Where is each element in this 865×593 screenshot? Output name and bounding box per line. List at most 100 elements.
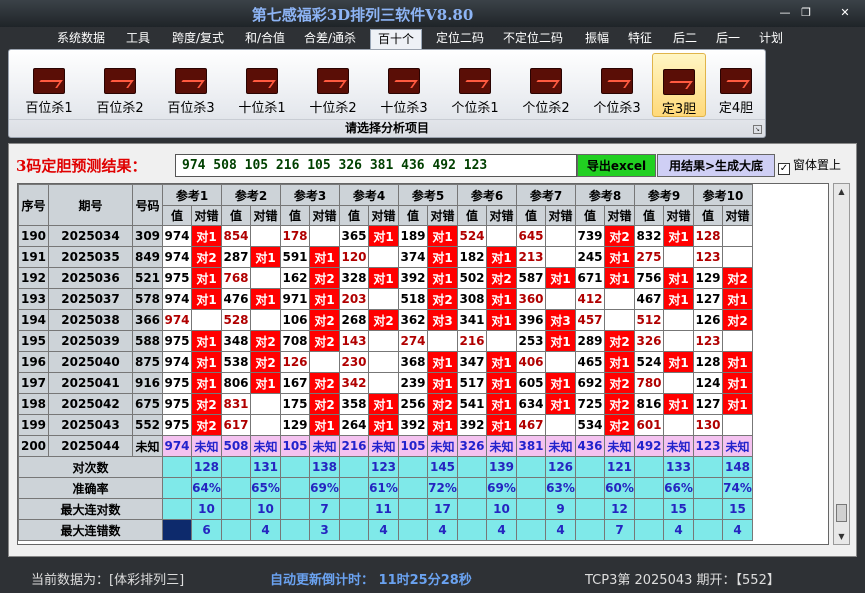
table-row[interactable]: 197 2025041 916 975 对1 806 对1 167 对2 342 239 对1 517 对… [18, 372, 753, 394]
table-row[interactable]: 198 2025042 675 975 对2 831 175 对2 358 对1 256 对2 541 对… [18, 393, 753, 415]
ribbon-launcher-icon[interactable]: ↘ [753, 125, 762, 134]
table-row[interactable]: 190 2025034 309 974 对1 854 178 365 对1 189 对1 524 645… [18, 225, 753, 247]
value-cell: 975 [162, 414, 192, 436]
table-row[interactable]: 193 2025037 578 974 对1 476 对1 971 对1 203 518 对2 308 对… [18, 288, 753, 310]
code-cell: 309 [132, 225, 163, 247]
ribbon-button[interactable]: 十位杀2 [301, 53, 365, 117]
menu-item[interactable]: 后一 [711, 29, 745, 49]
table-row[interactable]: 195 2025039 588 975 对1 348 对2 708 对2 143 274 216 253… [18, 330, 753, 352]
stats-spacer-cell [634, 519, 664, 541]
vertical-scrollbar[interactable]: ▲ ▼ [833, 183, 850, 545]
result-cell: 对2 [191, 414, 222, 436]
value-cell: 502 [457, 267, 487, 289]
stats-spacer-cell [575, 519, 605, 541]
prediction-result-field[interactable]: 974 508 105 216 105 326 381 436 492 123 [175, 154, 577, 177]
window-on-top-checkbox[interactable]: ✓ 窗体置上 [778, 156, 841, 175]
menu-item[interactable]: 振幅 [578, 29, 616, 49]
table-row[interactable]: 192 2025036 521 975 对1 768 162 对2 328 对1 392 对1 502 对… [18, 267, 753, 289]
scroll-thumb[interactable] [836, 504, 847, 522]
value-cell: 374 [398, 246, 428, 268]
stats-value-cell: 4 [722, 519, 753, 541]
table-row[interactable]: 194 2025038 366 974 528 106 对2 268 对2 362 对3 341 对1 3… [18, 309, 753, 331]
result-cell [368, 330, 399, 352]
result-cell: 对1 [309, 246, 340, 268]
data-grid[interactable]: 序号 期号 号码 参考1 参考2 参考3 参考4 参考5 参考6 参考7 参考8 参考9 参考10 值对错… [17, 183, 829, 545]
menu-item[interactable]: 跨度/复式 [165, 29, 231, 49]
value-cell: 645 [516, 225, 546, 247]
seq-cell: 193 [18, 288, 49, 310]
ribbon-button[interactable]: 百位杀3 [159, 53, 223, 117]
menu-item[interactable]: 百十个 [370, 29, 422, 49]
stats-value-cell: 126 [545, 456, 576, 478]
result-cell: 对2 [309, 393, 340, 415]
result-cell [604, 288, 635, 310]
ribbon-button[interactable]: 个位杀3 [585, 53, 649, 117]
value-cell: 591 [280, 246, 310, 268]
current-data-label: 当前数据为：[体彩排列三] [31, 573, 185, 588]
value-cell: 832 [634, 225, 664, 247]
value-cell: 120 [339, 246, 369, 268]
result-subheader: 对错 [722, 205, 753, 226]
menu-item[interactable]: 后二 [667, 29, 703, 49]
table-row[interactable]: 199 2025043 552 975 对2 617 129 对1 264 对1 392 对1 392 对… [18, 414, 753, 436]
value-cell: 467 [516, 414, 546, 436]
result-cell: 对2 [604, 372, 635, 394]
ref-header: 参考6 [457, 184, 517, 206]
result-cell: 对1 [427, 246, 458, 268]
menu-item[interactable]: 定位二码 [430, 29, 490, 49]
export-excel-button[interactable]: 导出excel [577, 154, 656, 177]
period-cell: 2025044 [48, 435, 133, 457]
unknown-result-cell: 未知 [604, 435, 635, 457]
stats-spacer-cell [280, 477, 310, 499]
unknown-result-cell: 未知 [309, 435, 340, 457]
result-cell: 对1 [250, 372, 281, 394]
predicted-value-cell: 974 [162, 435, 192, 457]
predicted-value-cell: 436 [575, 435, 605, 457]
table-row[interactable]: 196 2025040 875 974 对1 538 对2 126 230 368 对1 347 对1 4… [18, 351, 753, 373]
ribbon-button[interactable]: 百位杀2 [88, 53, 152, 117]
ribbon-button[interactable]: 十位杀1 [230, 53, 294, 117]
ribbon-button[interactable]: 个位杀2 [514, 53, 578, 117]
value-cell: 975 [162, 267, 192, 289]
value-cell: 538 [221, 351, 251, 373]
menu-item[interactable]: 和/合值 [238, 29, 292, 49]
menu-item[interactable]: 计划 [754, 29, 788, 49]
checkbox-box[interactable]: ✓ [778, 163, 790, 175]
result-cell [368, 372, 399, 394]
restore-button[interactable]: ❐ [791, 4, 821, 22]
stats-spacer-cell [398, 456, 428, 478]
menu-item[interactable]: 系统数据 [52, 29, 110, 49]
ribbon-button[interactable]: 百位杀1 [17, 53, 81, 117]
menu-item[interactable]: 特征 [622, 29, 658, 49]
menu-item[interactable]: 不定位二码 [498, 29, 568, 49]
stats-value-cell: 10 [250, 498, 281, 520]
result-cell: 对1 [427, 225, 458, 247]
unknown-result-cell: 未知 [191, 435, 222, 457]
ribbon-button[interactable]: 十位杀3 [372, 53, 436, 117]
result-subheader: 对错 [250, 205, 281, 226]
value-cell: 289 [575, 330, 605, 352]
result-cell: 对3 [427, 309, 458, 331]
ribbon-button[interactable]: 定3胆 [652, 53, 706, 117]
value-cell: 268 [339, 309, 369, 331]
scroll-down-icon[interactable]: ▼ [834, 529, 849, 544]
result-cell [722, 414, 753, 436]
value-cell: 287 [221, 246, 251, 268]
menu-item[interactable]: 工具 [121, 29, 155, 49]
ribbon-button[interactable]: 定4胆 [711, 53, 761, 117]
prediction-row[interactable]: 200 2025044 未知 974 未知 508 未知 105 未知 216 未知 105 未知 326… [18, 435, 753, 457]
ribbon-button[interactable]: 个位杀1 [443, 53, 507, 117]
value-subheader: 值 [398, 205, 428, 226]
scroll-up-icon[interactable]: ▲ [834, 184, 849, 199]
close-button[interactable]: ✕ [830, 4, 860, 22]
stats-value-cell: 15 [663, 498, 694, 520]
result-cell: 对2 [722, 309, 753, 331]
generate-base-button[interactable]: 用结果>生成大底 [657, 154, 775, 177]
value-cell: 512 [634, 309, 664, 331]
result-cell: 对1 [368, 225, 399, 247]
value-cell: 348 [221, 330, 251, 352]
value-cell: 396 [516, 309, 546, 331]
stats-value-cell: 74% [722, 477, 753, 499]
table-row[interactable]: 191 2025035 849 974 对2 287 对1 591 对1 120 374 对1 182 对… [18, 246, 753, 268]
menu-item[interactable]: 合差/通杀 [300, 29, 360, 49]
